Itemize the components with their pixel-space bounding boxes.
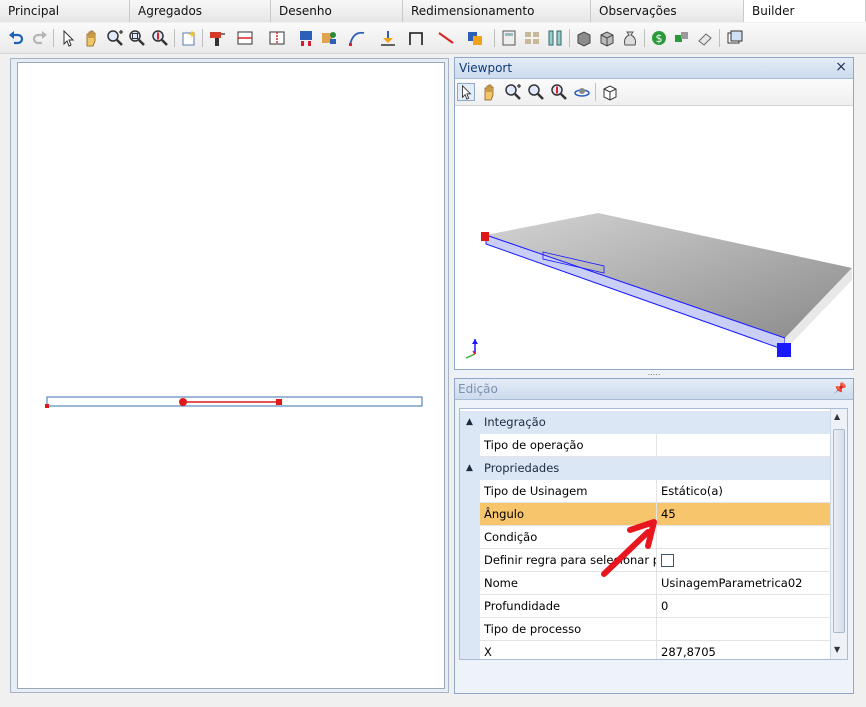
- scroll-thumb[interactable]: [833, 429, 845, 633]
- tab-desenho[interactable]: Desenho: [271, 0, 403, 22]
- blocks-icon[interactable]: [673, 29, 691, 47]
- property-value[interactable]: 287,8705: [657, 641, 830, 659]
- select-arrow-icon[interactable]: [59, 29, 77, 47]
- 2d-drawing-canvas[interactable]: [17, 62, 445, 689]
- collapse-caret-icon[interactable]: ▲: [466, 457, 473, 480]
- property-row-x[interactable]: X 287,8705: [460, 641, 830, 659]
- cube-icon[interactable]: [598, 29, 616, 47]
- panel-splitter[interactable]: .....: [454, 369, 854, 378]
- curve-icon[interactable]: [348, 29, 366, 47]
- property-name: Tipo de Usinagem: [480, 480, 657, 503]
- tab-agregados[interactable]: Agregados: [130, 0, 271, 22]
- annotation-arrow-icon: [601, 519, 657, 577]
- window-icon[interactable]: [726, 29, 744, 47]
- scroll-up-icon[interactable]: ▲: [834, 412, 840, 421]
- arrow-down-icon[interactable]: [379, 29, 397, 47]
- property-value[interactable]: 45: [657, 503, 830, 526]
- zoom-extents-icon[interactable]: [550, 83, 568, 101]
- pin-icon[interactable]: 📌: [833, 382, 847, 395]
- panel-vertical-icon[interactable]: [268, 29, 286, 47]
- panel-horizontal-icon[interactable]: [236, 29, 254, 47]
- select-arrow-icon[interactable]: [457, 83, 475, 101]
- shelf-icon[interactable]: [320, 29, 338, 47]
- new-item-icon[interactable]: [180, 29, 198, 47]
- 3d-viewport-canvas[interactable]: [456, 108, 852, 368]
- box-icon[interactable]: [575, 29, 593, 47]
- edicao-header: Edição 📌: [455, 379, 853, 400]
- category-integracao[interactable]: ▲ Integração: [460, 411, 830, 434]
- viewport-panel: Viewport ×: [454, 57, 854, 370]
- view-cube-icon[interactable]: [601, 83, 619, 101]
- property-value[interactable]: UsinagemParametrica02: [657, 572, 830, 595]
- property-value[interactable]: Estático(a): [657, 480, 830, 503]
- zoom-window-icon[interactable]: [527, 83, 545, 101]
- property-value[interactable]: [657, 549, 830, 572]
- property-name: Tipo de operação: [480, 434, 657, 457]
- frame-icon[interactable]: [407, 29, 425, 47]
- main-toolbar: $: [0, 23, 866, 54]
- property-row-profundidade[interactable]: Profundidade 0: [460, 595, 830, 618]
- viewport-toolbar: [455, 79, 853, 106]
- property-name: X: [480, 641, 657, 659]
- property-value[interactable]: [657, 526, 830, 549]
- eraser-icon[interactable]: [696, 29, 714, 47]
- close-icon[interactable]: ×: [835, 59, 847, 75]
- property-value[interactable]: 0: [657, 595, 830, 618]
- edicao-title: Edição: [458, 382, 498, 396]
- hardware-icon[interactable]: [297, 29, 315, 47]
- property-value[interactable]: [657, 434, 830, 457]
- property-name: Tipo de processo: [480, 618, 657, 641]
- pan-hand-icon[interactable]: [83, 29, 101, 47]
- tab-observacoes[interactable]: Observações: [591, 0, 744, 22]
- collapse-caret-icon[interactable]: ▲: [466, 411, 473, 434]
- category-label: Propriedades: [484, 461, 560, 475]
- zoom-in-icon[interactable]: [106, 29, 124, 47]
- drill-icon[interactable]: [208, 29, 226, 47]
- grid-icon[interactable]: [523, 29, 541, 47]
- calculator-icon[interactable]: [500, 29, 518, 47]
- dollar-icon[interactable]: $: [650, 29, 668, 47]
- 3d-panel-model: [465, 213, 852, 359]
- tab-redimensionamento[interactable]: Redimensionamento: [403, 0, 591, 22]
- tab-builder[interactable]: Builder: [744, 0, 866, 22]
- category-propriedades[interactable]: ▲ Propriedades: [460, 457, 830, 480]
- scroll-down-icon[interactable]: ▼: [834, 645, 840, 654]
- property-value[interactable]: [657, 618, 830, 641]
- pan-hand-icon[interactable]: [481, 83, 499, 101]
- zoom-in-icon[interactable]: [504, 83, 522, 101]
- zoom-extents-icon[interactable]: [151, 29, 169, 47]
- property-row-tipo-processo[interactable]: Tipo de processo: [460, 618, 830, 641]
- undo-icon[interactable]: [7, 29, 25, 47]
- tab-principal[interactable]: Principal: [0, 0, 130, 22]
- redo-icon[interactable]: [31, 29, 49, 47]
- category-label: Integração: [484, 415, 546, 429]
- property-row-tipo-operacao[interactable]: Tipo de operação: [460, 434, 830, 457]
- property-grid-scrollbar[interactable]: ▲ ▼: [830, 409, 847, 659]
- color-fill-icon[interactable]: [466, 29, 484, 47]
- property-name: Profundidade: [480, 595, 657, 618]
- tab-strip: Principal Agregados Desenho Redimensiona…: [0, 0, 866, 22]
- viewport-title: Viewport: [459, 61, 513, 75]
- svg-text:$: $: [656, 32, 663, 45]
- 2d-panel-drawing: [45, 396, 423, 408]
- columns-icon[interactable]: [546, 29, 564, 47]
- money-bag-icon[interactable]: [621, 29, 639, 47]
- line-icon[interactable]: [437, 29, 455, 47]
- orbit-icon[interactable]: [573, 83, 591, 101]
- viewport-header: Viewport ×: [455, 58, 853, 79]
- zoom-window-icon[interactable]: [128, 29, 146, 47]
- property-row-tipo-usinagem[interactable]: Tipo de Usinagem Estático(a): [460, 480, 830, 503]
